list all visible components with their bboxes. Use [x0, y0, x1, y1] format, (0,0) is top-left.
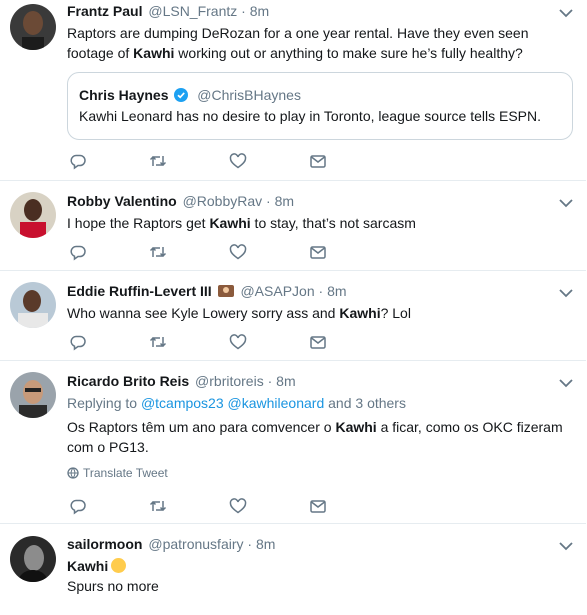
display-name[interactable]: Ricardo Brito Reis — [67, 373, 189, 389]
tweet[interactable]: Frantz Paul @LSN_Frantz · 8m Raptors are… — [0, 0, 586, 181]
like-icon[interactable] — [229, 333, 247, 351]
avatar[interactable] — [10, 4, 56, 50]
tweet-text: Raptors are dumping DeRozan for a one ye… — [67, 25, 529, 61]
display-name[interactable]: Frantz Paul — [67, 3, 142, 19]
like-icon[interactable] — [229, 152, 247, 170]
retweet-icon[interactable] — [149, 152, 167, 170]
tweet-text: Kawhi Spurs no more — [67, 558, 159, 594]
timestamp[interactable]: 8m — [275, 193, 294, 209]
separator-dot: · — [247, 536, 253, 552]
profile-emoji-icon — [217, 285, 234, 297]
timestamp[interactable]: 8m — [276, 373, 295, 389]
reply-icon[interactable] — [69, 152, 87, 170]
tweet-header: Frantz Paul @LSN_Frantz · 8m — [67, 2, 572, 20]
tweet-text: Who wanna see Kyle Lowery sorry ass and … — [67, 305, 411, 321]
timestamp[interactable]: 8m — [250, 3, 269, 19]
quoted-text: Kawhi Leonard has no desire to play in T… — [79, 108, 542, 124]
retweet-icon[interactable] — [149, 243, 167, 261]
like-icon[interactable] — [229, 243, 247, 261]
tweet[interactable]: Robby Valentino @RobbyRav · 8m I hope th… — [0, 181, 586, 271]
separator-dot: · — [267, 373, 273, 389]
avatar[interactable] — [10, 282, 56, 328]
tweet-header: sailormoon @patronusfairy · 8m — [67, 535, 572, 553]
globe-icon — [67, 467, 79, 479]
tweet[interactable]: Eddie Ruffin-Levert III @ASAPJon · 8m Wh… — [0, 271, 586, 361]
chevron-down-icon[interactable] — [559, 8, 573, 18]
tweet-feed: Frantz Paul @LSN_Frantz · 8m Raptors are… — [0, 0, 587, 615]
tweet[interactable]: sailormoon @patronusfairy · 8m Kawhi Spur… — [0, 524, 586, 615]
direct-message-icon[interactable] — [309, 152, 327, 170]
separator-dot: · — [318, 283, 324, 299]
retweet-icon[interactable] — [149, 497, 167, 515]
reply-icon[interactable] — [69, 243, 87, 261]
separator-dot: · — [241, 3, 246, 19]
replying-to: Replying to @tcampos23 @kawhileonard and… — [67, 395, 406, 411]
verified-badge-icon — [174, 88, 189, 102]
like-icon[interactable] — [229, 497, 247, 515]
username[interactable]: @ASAPJon — [240, 283, 314, 299]
reply-icon[interactable] — [69, 333, 87, 351]
mention-link[interactable]: @kawhileonard — [228, 395, 325, 411]
username[interactable]: @RobbyRav — [183, 193, 263, 209]
direct-message-icon[interactable] — [309, 497, 327, 515]
direct-message-icon[interactable] — [309, 243, 327, 261]
chevron-down-icon[interactable] — [559, 198, 573, 208]
avatar[interactable] — [10, 372, 56, 418]
username[interactable]: @LSN_Frantz — [148, 3, 237, 19]
timestamp[interactable]: 8m — [327, 283, 346, 299]
username[interactable]: @rbritoreis — [195, 373, 264, 389]
tweet[interactable]: Ricardo Brito Reis @rbritoreis · 8m Repl… — [0, 361, 586, 524]
display-name[interactable]: Robby Valentino — [67, 193, 177, 209]
display-name[interactable]: sailormoon — [67, 536, 142, 552]
display-name[interactable]: Eddie Ruffin-Levert III — [67, 283, 212, 299]
translate-tweet-link[interactable]: Translate Tweet — [67, 466, 572, 480]
avatar[interactable] — [10, 536, 56, 582]
chevron-down-icon[interactable] — [559, 541, 573, 551]
direct-message-icon[interactable] — [309, 333, 327, 351]
mention-link[interactable]: @tcampos23 — [141, 395, 224, 411]
tweet-header: Robby Valentino @RobbyRav · 8m — [67, 192, 572, 210]
retweet-icon[interactable] — [149, 333, 167, 351]
chevron-down-icon[interactable] — [559, 288, 573, 298]
chevron-down-icon[interactable] — [559, 378, 573, 388]
username[interactable]: @patronusfairy — [148, 536, 243, 552]
tweet-header: Ricardo Brito Reis @rbritoreis · 8m — [67, 372, 572, 390]
crying-face-icon — [111, 558, 127, 573]
avatar[interactable] — [10, 192, 56, 238]
tweet-header: Eddie Ruffin-Levert III @ASAPJon · 8m — [67, 282, 572, 300]
tweet-text: Os Raptors têm um ano para comvencer o K… — [67, 419, 563, 455]
quoted-username: @ChrisBHaynes — [197, 87, 301, 103]
separator-dot: · — [266, 193, 271, 209]
timestamp[interactable]: 8m — [256, 536, 275, 552]
tweet-text: I hope the Raptors get Kawhi to stay, th… — [67, 215, 416, 231]
reply-icon[interactable] — [69, 497, 87, 515]
quoted-display-name: Chris Haynes — [79, 87, 169, 103]
quoted-tweet[interactable]: Chris Haynes @ChrisBHaynes Kawhi Leonard… — [67, 72, 573, 140]
